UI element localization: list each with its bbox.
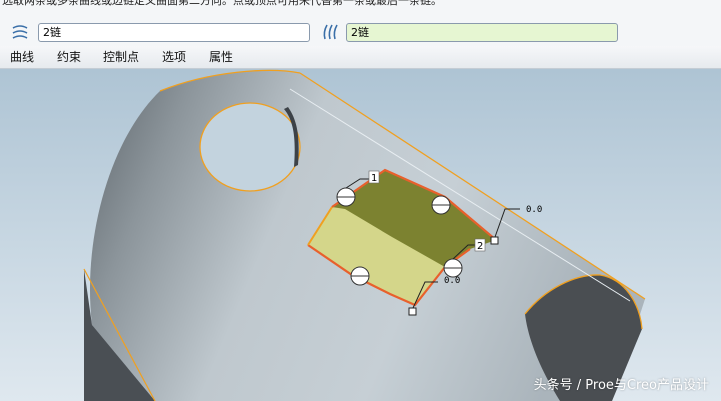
surface-second-direction-icon [323,24,338,40]
marker-top[interactable] [490,236,499,245]
second-direction-chain-field[interactable] [346,23,618,42]
value-bottom: 0.0 [444,276,460,286]
tab-control-points[interactable]: 控制点 [103,46,139,68]
tab-curves[interactable]: 曲线 [10,46,34,68]
watermark: 头条号 / Proe与Creo产品设计 [533,378,709,393]
chain-1-label: 1 [371,173,377,184]
tab-options[interactable]: 选项 [162,46,186,68]
first-direction-chain-field[interactable] [38,23,310,42]
message-hint: 选取两条或多条曲线或边链定义曲面第二方向。点或顶点可用来代替第一条或最后一条链。 [2,0,442,7]
marker-bottom[interactable] [408,307,417,316]
dashboard-tab-bar: 曲线 约束 控制点 选项 属性 [0,46,721,69]
surface-first-direction-icon [12,25,28,39]
chain-selection-row [0,18,721,46]
tab-properties[interactable]: 属性 [209,46,233,68]
model-viewport[interactable]: 1 2 0.0 0.0 [0,69,721,401]
chain-2-label: 2 [477,241,483,252]
cylinder-hole [199,102,301,192]
tab-constraints[interactable]: 约束 [57,46,81,68]
value-top: 0.0 [526,205,542,215]
